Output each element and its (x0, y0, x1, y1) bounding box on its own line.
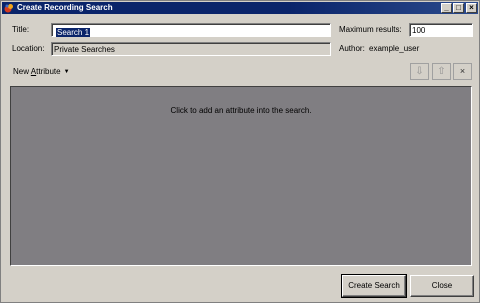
author-label: Author: (339, 44, 365, 53)
minimize-button[interactable]: _ (441, 3, 452, 13)
max-results-label: Maximum results: (339, 25, 402, 34)
max-results-input[interactable]: 100 (409, 23, 473, 37)
title-bar[interactable]: Create Recording Search _ □ × (2, 2, 478, 14)
author-value: example_user (369, 44, 420, 53)
create-search-button[interactable]: Create Search (341, 274, 407, 298)
window-title: Create Recording Search (17, 3, 113, 12)
location-field: Private Searches (51, 42, 331, 56)
new-attribute-prefix: New (13, 67, 31, 76)
title-input-value: Search 1 (56, 28, 91, 37)
max-results-value: 100 (412, 26, 426, 35)
maximize-button[interactable]: □ (453, 3, 464, 13)
location-label: Location: (12, 44, 45, 53)
attributes-panel[interactable]: Click to add an attribute into the searc… (10, 86, 472, 266)
new-attribute-menu[interactable]: New Attribute ▼ (13, 67, 70, 77)
location-value: Private Searches (54, 45, 115, 54)
move-up-button[interactable]: ⇧ (432, 63, 451, 80)
attributes-hint: Click to add an attribute into the searc… (170, 106, 312, 115)
new-attribute-suffix: ttribute (36, 67, 61, 76)
title-label: Title: (12, 25, 30, 34)
dropdown-caret-icon: ▼ (63, 69, 70, 75)
move-down-button[interactable]: ⇩ (410, 63, 429, 80)
close-button[interactable]: Close (410, 275, 474, 297)
title-input[interactable]: Search 1 (51, 23, 331, 37)
dialog-window: Create Recording Search _ □ × Title: Sea… (0, 0, 480, 303)
app-icon (4, 4, 13, 13)
close-window-button[interactable]: × (466, 3, 477, 13)
remove-attribute-button[interactable]: × (453, 63, 472, 80)
